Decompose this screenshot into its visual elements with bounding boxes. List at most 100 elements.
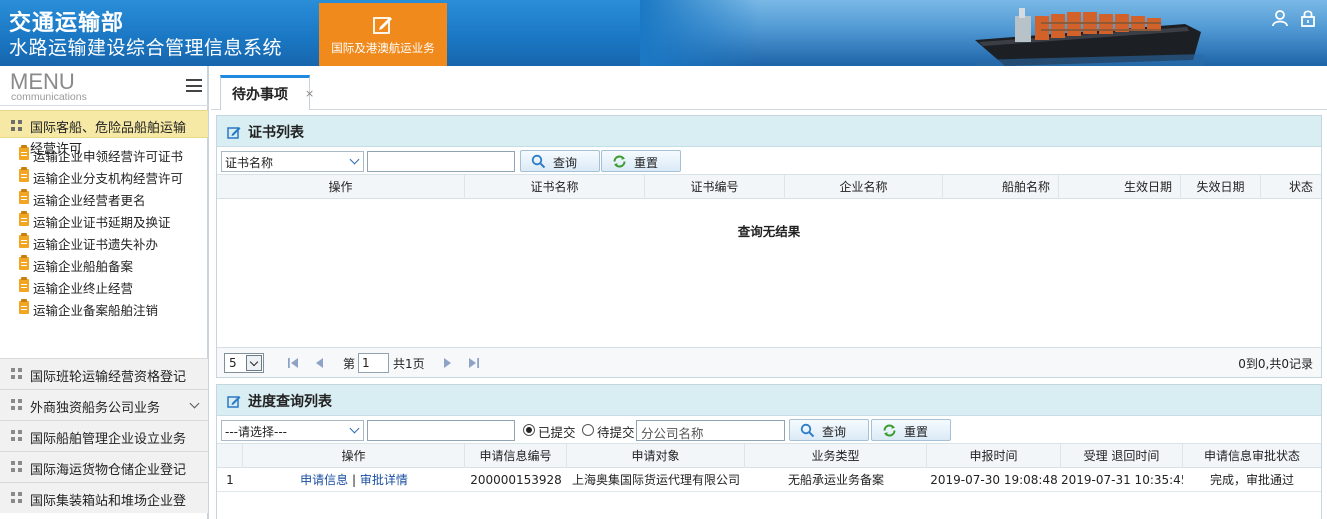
cert-toolbar: 证书名称 查询 重置	[217, 147, 1321, 175]
tab-todo[interactable]: 待办事项 ×	[220, 75, 314, 110]
clipboard-icon	[19, 167, 29, 182]
sidebar-item-rename[interactable]: 运输企业经营者更名	[0, 187, 208, 209]
grid-icon	[11, 430, 22, 441]
cert-table-header: 操作 证书名称 证书编号 企业名称 船舶名称 生效日期 失效日期 状态	[217, 175, 1321, 199]
clipboard-icon	[19, 189, 29, 204]
progress-toolbar: ---请选择--- 已提交 待提交 分公司名称 查询 重置	[217, 416, 1321, 444]
clipboard-icon	[19, 277, 29, 292]
last-page-icon[interactable]	[468, 357, 480, 369]
record-info: 0到0,共0记录	[1238, 357, 1313, 371]
progress-panel-header: 进度查询列表	[217, 385, 1321, 416]
grid-icon	[11, 368, 22, 379]
sidebar-section-foreign-shipping[interactable]: 外商独资船务公司业务	[0, 389, 208, 420]
cert-list-panel: 证书列表 证书名称 查询 重置 操作 证书名称 证书编号 企业名称 船舶名称 生…	[216, 115, 1322, 378]
cert-panel-title: 证书列表	[248, 125, 304, 141]
hamburger-menu-icon[interactable]	[186, 79, 202, 92]
sidebar-item-ship-cancel[interactable]: 运输企业备案船舶注销	[0, 297, 208, 319]
cert-search-input[interactable]	[367, 151, 515, 172]
action-separator: |	[351, 473, 357, 487]
radio-submitted-label: 已提交	[538, 425, 576, 440]
progress-query-button[interactable]: 查询	[789, 419, 869, 441]
column-header: 船舶名称	[943, 175, 1059, 199]
progress-panel-title: 进度查询列表	[248, 394, 332, 410]
progress-table-header: 操作 申请信息编号 申请对象 业务类型 申报时间 受理 退回时间 申请信息审批状…	[217, 444, 1321, 468]
cert-filter-select[interactable]: 证书名称	[221, 151, 364, 172]
company-name-input[interactable]: 分公司名称	[636, 420, 785, 441]
prev-page-icon[interactable]	[314, 357, 326, 369]
submit-time: 2019-07-30 19:08:48	[930, 473, 1058, 487]
column-header: 操作	[243, 444, 465, 468]
edit-icon	[227, 127, 241, 139]
chevron-down-icon	[349, 154, 360, 165]
business-type: 无船承运业务备案	[787, 473, 884, 487]
page-number-input[interactable]: 1	[358, 353, 389, 373]
sidebar-section-warehouse[interactable]: 国际海运货物仓储企业登记	[0, 451, 208, 482]
approval-status: 完成，审批通过	[1209, 473, 1294, 487]
sidebar-item-ship-record[interactable]: 运输企业船舶备案	[0, 253, 208, 275]
clipboard-icon	[19, 299, 29, 314]
cert-reset-button[interactable]: 重置	[601, 150, 681, 172]
clipboard-icon	[19, 211, 29, 226]
column-header: 申请信息审批状态	[1203, 449, 1300, 463]
sidebar-section-passenger-dangerous[interactable]: 国际客船、危险品船舶运输	[0, 110, 208, 138]
progress-search-input[interactable]	[367, 420, 515, 441]
column-header: 证书名称	[465, 175, 645, 199]
chevron-down-icon	[349, 423, 360, 434]
radio-submitted[interactable]	[523, 424, 535, 436]
clipboard-icon	[19, 255, 29, 270]
empty-result-message: 查询无结果	[737, 224, 801, 239]
column-header: 状态	[1288, 180, 1313, 194]
column-header-index	[217, 444, 243, 468]
applicant: 上海奥集国际货运代理有限公司	[571, 473, 740, 487]
table-row: 1 申请信息 | 审批详情 200000153928 上海奥集国际货运代理有限公…	[217, 468, 1321, 492]
progress-reset-button[interactable]: 重置	[871, 419, 951, 441]
menu-header: MENU communications	[0, 66, 209, 106]
user-icon[interactable]	[1271, 9, 1289, 27]
edit-icon	[227, 396, 241, 408]
close-icon[interactable]: ×	[305, 87, 314, 100]
cert-query-button[interactable]: 查询	[520, 150, 600, 172]
sidebar-section-ship-management[interactable]: 国际船舶管理企业设立业务	[0, 420, 208, 451]
chevron-down-icon	[246, 355, 262, 371]
row-index: 1	[226, 473, 234, 487]
first-page-icon[interactable]	[287, 357, 299, 369]
sidebar-section-container-yard[interactable]: 国际集装箱站和堆场企业登	[0, 482, 208, 513]
search-icon	[531, 154, 546, 169]
sidebar-section-label: 国际客船、危险品船舶运输	[30, 121, 187, 136]
radio-pending[interactable]	[582, 424, 594, 436]
progress-list-panel: 进度查询列表 ---请选择--- 已提交 待提交 分公司名称 查询 重置 操作 …	[216, 384, 1322, 519]
tabs-bar: 待办事项 ×	[211, 66, 1327, 110]
app-number: 200000153928	[470, 473, 562, 487]
approval-detail-link[interactable]: 审批详情	[360, 473, 408, 487]
edit-icon	[373, 17, 392, 34]
page-size-select[interactable]: 5	[224, 353, 264, 373]
sidebar-item-lost-reissue[interactable]: 运输企业证书遗失补办	[0, 231, 208, 253]
apply-info-link[interactable]: 申请信息	[300, 473, 348, 487]
sidebar-item-extend-renew[interactable]: 运输企业证书延期及换证	[0, 209, 208, 231]
lock-icon[interactable]	[1299, 9, 1317, 27]
next-page-icon[interactable]	[441, 357, 453, 369]
module-tab-label: 国际及港澳航运业务	[331, 41, 435, 55]
grid-icon	[11, 461, 22, 472]
clipboard-icon	[19, 233, 29, 248]
sidebar-section-liner[interactable]: 国际班轮运输经营资格登记	[0, 358, 208, 389]
sidebar-item-branch-license[interactable]: 运输企业分支机构经营许可	[0, 165, 208, 187]
sidebar-item-terminate[interactable]: 运输企业终止经营	[0, 275, 208, 297]
module-tab-international[interactable]: 国际及港澳航运业务	[319, 3, 447, 66]
column-header: 申请对象	[567, 444, 745, 468]
refresh-icon	[613, 155, 626, 168]
chevron-down-icon	[189, 398, 200, 409]
clipboard-icon	[19, 145, 29, 160]
accept-time: 2019-07-31 10:35:45	[1061, 473, 1183, 487]
ship-banner-image	[975, 8, 1205, 66]
column-header: 业务类型	[745, 444, 927, 468]
app-header: 交通运输部 水路运输建设综合管理信息系统 国际及港澳航运业务	[0, 0, 1327, 66]
column-header: 证书编号	[645, 175, 785, 199]
grid-icon	[11, 399, 22, 410]
app-title-line2: 水路运输建设综合管理信息系统	[9, 37, 283, 59]
sidebar: MENU communications 国际客船、危险品船舶运输 经营许可 运输…	[0, 66, 209, 519]
sidebar-item-apply-license[interactable]: 运输企业申领经营许可证书	[0, 143, 208, 165]
page-total: 共1页	[393, 357, 425, 371]
progress-filter-select[interactable]: ---请选择---	[221, 420, 364, 441]
grid-icon	[11, 120, 22, 131]
